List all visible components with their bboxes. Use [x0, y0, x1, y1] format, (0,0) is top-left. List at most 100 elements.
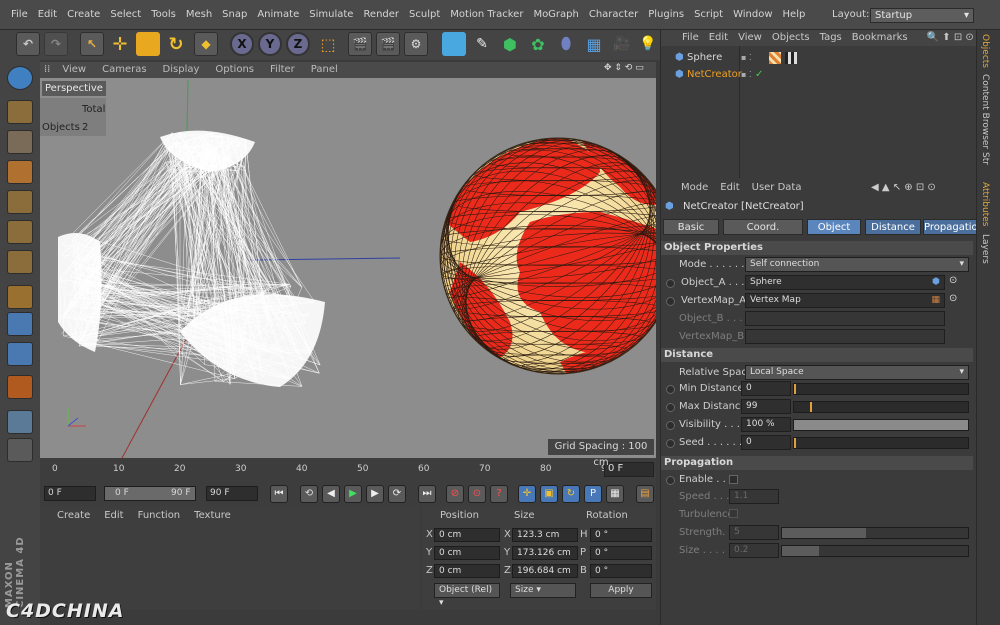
start-frame-field[interactable]: 0 F [44, 486, 96, 501]
menu-simulate[interactable]: Simulate [304, 0, 358, 30]
camera-icon[interactable]: 🎥 [610, 32, 634, 56]
object-name[interactable]: Sphere [687, 50, 722, 66]
strength-field[interactable]: 5 [729, 525, 779, 540]
mode-dropdown[interactable]: Self connection ▾ [745, 257, 969, 272]
object-name[interactable]: NetCreator [687, 67, 742, 83]
coordinate-system-icon[interactable]: ⬚ [316, 32, 340, 56]
size-z-field[interactable]: 196.684 cm [512, 564, 578, 578]
viewport-nav-icons[interactable]: ✥ ⇕ ⟲ ▭ [604, 63, 644, 73]
apply-button[interactable]: Apply [590, 583, 652, 598]
record-active-icon[interactable]: ⊘ [446, 485, 464, 503]
min-distance-animate-radio[interactable] [666, 385, 675, 394]
min-distance-field[interactable]: 0 [741, 381, 791, 396]
visibility-animate-radio[interactable] [666, 421, 675, 430]
viewport-menu-filter[interactable]: Filter [262, 62, 303, 78]
object-row[interactable]: ⬢ Sphere ▪ ⁚ [661, 50, 977, 66]
keyframe-selection-icon[interactable]: ? [490, 485, 508, 503]
tab-objects[interactable]: Objects [980, 34, 990, 68]
key-position-icon[interactable]: ✛ [518, 485, 536, 503]
tweak-mode-icon[interactable] [7, 312, 33, 336]
undo-icon[interactable]: ↶ [16, 32, 40, 56]
tab-propagation[interactable]: Propagation [923, 219, 984, 235]
size-mode-dropdown[interactable]: Size ▾ [510, 583, 576, 598]
move-tool-icon[interactable]: ✛ [108, 32, 132, 56]
attribute-menu-mode[interactable]: Mode [675, 178, 714, 198]
next-key-icon[interactable]: ⟳ [388, 485, 406, 503]
attribute-nav-icons[interactable]: ◀ ▲ ↖ ⊕ ⊡ ⊙ [871, 182, 936, 193]
menu-render[interactable]: Render [358, 0, 404, 30]
objects-menu-view[interactable]: View [733, 30, 767, 46]
workplane-mode-icon[interactable] [7, 160, 33, 184]
max-distance-slider[interactable] [793, 401, 969, 413]
material-menu-create[interactable]: Create [50, 506, 97, 526]
key-pla-icon[interactable]: ▦ [606, 485, 624, 503]
vertexmap-a-picker-icon[interactable]: ⊙ [949, 293, 957, 304]
tab-coord[interactable]: Coord. [723, 219, 803, 235]
axis-mode-icon[interactable] [7, 285, 33, 309]
vertexmap-a-animate-radio[interactable] [666, 297, 675, 306]
material-menu-texture[interactable]: Texture [187, 506, 238, 526]
rotation-b-field[interactable]: 0 ° [590, 564, 652, 578]
vertex-map-tag-icon[interactable] [785, 52, 797, 64]
spline-pen-icon[interactable]: ✎ [470, 32, 494, 56]
edges-mode-icon[interactable] [7, 220, 33, 244]
menu-character[interactable]: Character [584, 0, 643, 30]
object-b-link-field[interactable] [745, 311, 945, 326]
cube-object-icon[interactable] [442, 32, 466, 56]
menu-plugins[interactable]: Plugins [643, 0, 689, 30]
position-z-field[interactable]: 0 cm [434, 564, 500, 578]
go-to-end-icon[interactable]: ⏭ [418, 485, 436, 503]
enable-animate-radio[interactable] [666, 476, 675, 485]
menu-sculpt[interactable]: Sculpt [404, 0, 445, 30]
visibility-dots-icon[interactable]: ▪ ⁚ [741, 50, 752, 66]
object-row[interactable]: ⬢ NetCreator ▪ ⁚ ✓ [661, 67, 977, 83]
snap-icon[interactable] [7, 342, 33, 366]
texture-mode-icon[interactable] [7, 130, 33, 154]
object-a-animate-radio[interactable] [666, 279, 675, 288]
select-tool-icon[interactable]: ↖ [80, 32, 104, 56]
object-a-link-field[interactable]: Sphere ⬢ [745, 275, 945, 290]
light-icon[interactable]: 💡 [636, 32, 660, 56]
seed-field[interactable]: 0 [741, 435, 791, 450]
current-frame-field[interactable]: 0 F [604, 462, 654, 477]
material-menu-function[interactable]: Function [131, 506, 188, 526]
enabled-check-icon[interactable]: ✓ [755, 67, 763, 83]
go-to-start-icon[interactable]: ⏮ [270, 485, 288, 503]
layout-dropdown[interactable]: Startup ▾ [870, 8, 974, 23]
render-view-icon[interactable]: 🎬 [348, 32, 372, 56]
viewport[interactable] [40, 62, 656, 458]
attribute-menu-user-data[interactable]: User Data [746, 178, 808, 198]
model-mode-icon[interactable] [7, 100, 33, 124]
material-menu-edit[interactable]: Edit [97, 506, 130, 526]
visibility-dots-icon[interactable]: ▪ ⁚ [741, 67, 752, 83]
menu-snap[interactable]: Snap [217, 0, 252, 30]
viewport-menu-panel[interactable]: Panel [303, 62, 346, 78]
menu-mograph[interactable]: MoGraph [528, 0, 583, 30]
coordinate-mode-dropdown[interactable]: Object (Rel) ▾ [434, 583, 500, 608]
menu-select[interactable]: Select [105, 0, 146, 30]
position-x-field[interactable]: 0 cm [434, 528, 500, 542]
visibility-field[interactable]: 100 % [741, 417, 791, 432]
objects-menu-edit[interactable]: Edit [704, 30, 733, 46]
objects-menu-objects[interactable]: Objects [767, 30, 815, 46]
tab-basic[interactable]: Basic [663, 219, 719, 235]
end-frame-field[interactable]: 90 F [206, 486, 258, 501]
size-slider[interactable] [781, 545, 969, 557]
size-x-field[interactable]: 123.3 cm [512, 528, 578, 542]
max-distance-field[interactable]: 99 [741, 399, 791, 414]
render-settings-icon[interactable]: ⚙ [404, 32, 428, 56]
locked-workplane-icon[interactable] [7, 410, 33, 434]
viewport-menu-options[interactable]: Options [207, 62, 262, 78]
play-icon[interactable]: ▶ [344, 485, 362, 503]
size-field[interactable]: 0.2 [729, 543, 779, 558]
rotate-tool-icon[interactable]: ↻ [164, 32, 188, 56]
tab-layers[interactable]: Layers [980, 234, 990, 264]
object-a-picker-icon[interactable]: ⊙ [949, 275, 957, 286]
key-rotation-icon[interactable]: ↻ [562, 485, 580, 503]
seed-slider[interactable] [793, 437, 969, 449]
tab-structure[interactable]: Str [980, 152, 990, 165]
menu-animate[interactable]: Animate [252, 0, 304, 30]
turbulence-checkbox[interactable] [729, 509, 738, 518]
x-axis-lock-button[interactable]: X [230, 32, 254, 56]
cloner-icon[interactable]: ✿ [526, 32, 550, 56]
